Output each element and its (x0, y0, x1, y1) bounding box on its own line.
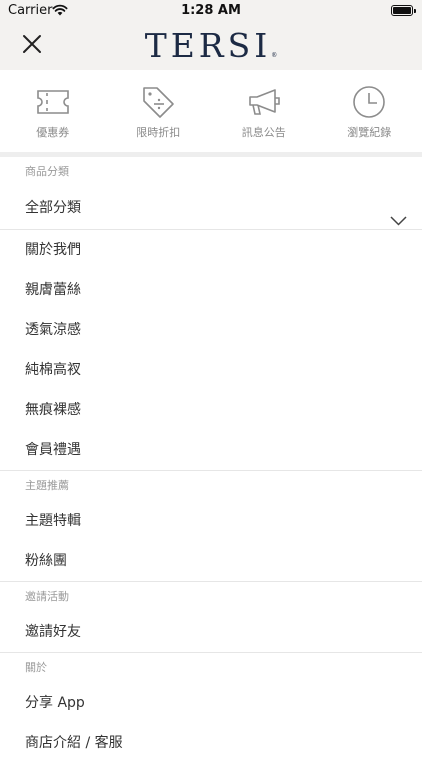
discount-shortcut[interactable]: 限時折扣 (106, 70, 212, 152)
theme-section-header: 主題推薦 (0, 471, 422, 501)
brand-logo: TERSI® (0, 26, 422, 65)
discount-label: 限時折扣 (136, 124, 180, 140)
menu-item-member-perks[interactable]: 會員禮遇 (0, 430, 422, 470)
menu-item-cotton[interactable]: 純棉高衩 (0, 350, 422, 390)
category-dropdown[interactable]: 全部分類 (0, 187, 422, 229)
coupon-shortcut[interactable]: 優惠券 (0, 70, 106, 152)
menu-item-lace[interactable]: 親膚蕾絲 (0, 270, 422, 310)
menu-item-cooling[interactable]: 透氣涼感 (0, 310, 422, 350)
menu-list: 商品分類 全部分類 關於我們 親膚蕾絲 透氣涼感 純棉高衩 無痕裸感 會員禮遇 … (0, 157, 422, 763)
discount-tag-icon (139, 83, 177, 121)
menu-item-about-us[interactable]: 關於我們 (0, 230, 422, 270)
about-section-header: 關於 (0, 653, 422, 683)
menu-item-share-app[interactable]: 分享 App (0, 683, 422, 723)
category-section-header: 商品分類 (0, 157, 422, 187)
announcement-label: 訊息公告 (242, 124, 286, 140)
battery-icon (391, 5, 413, 16)
ticket-icon (34, 83, 72, 121)
category-dropdown-label: 全部分類 (25, 200, 81, 216)
shortcut-bar: 優惠券 限時折扣 訊息公告 (0, 70, 422, 152)
announcement-shortcut[interactable]: 訊息公告 (211, 70, 317, 152)
invite-section-header: 邀請活動 (0, 582, 422, 612)
menu-item-seamless[interactable]: 無痕裸感 (0, 390, 422, 430)
nav-bar: TERSI® (0, 22, 422, 70)
history-label: 瀏覽紀錄 (347, 124, 391, 140)
menu-item-fan-page[interactable]: 粉絲團 (0, 541, 422, 581)
megaphone-icon (245, 83, 283, 121)
status-time: 1:28 AM (0, 3, 422, 18)
menu-item-theme-feature[interactable]: 主題特輯 (0, 501, 422, 541)
menu-item-store-info[interactable]: 商店介紹 / 客服 (0, 723, 422, 763)
clock-icon (350, 83, 388, 121)
coupon-label: 優惠券 (36, 124, 69, 140)
history-shortcut[interactable]: 瀏覽紀錄 (317, 70, 422, 152)
status-bar: Carrier 1:28 AM (0, 0, 422, 22)
menu-item-invite-friends[interactable]: 邀請好友 (0, 612, 422, 652)
